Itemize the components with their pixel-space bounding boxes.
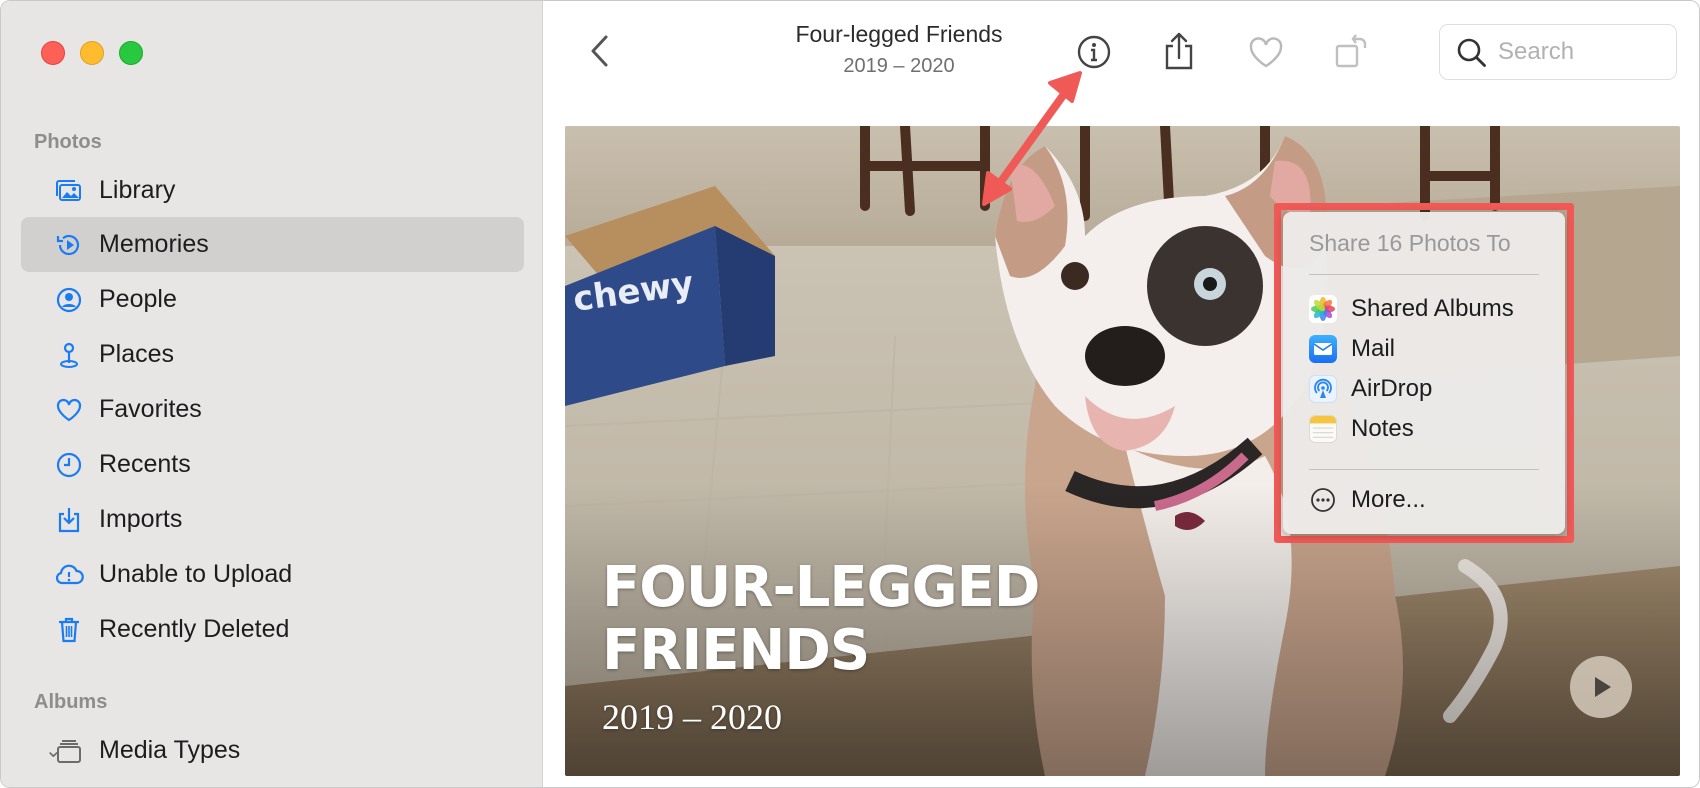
share-icon bbox=[1165, 32, 1193, 70]
share-button[interactable] bbox=[1159, 31, 1199, 73]
sidebar-item-favorites[interactable]: Favorites bbox=[21, 382, 524, 437]
more-ellipsis-icon bbox=[1309, 486, 1337, 514]
favorite-button[interactable] bbox=[1246, 31, 1286, 73]
search-placeholder: Search bbox=[1498, 38, 1575, 65]
section-heading-photos: Photos bbox=[34, 131, 102, 153]
heart-icon bbox=[53, 394, 85, 426]
sidebar-item-recently-deleted[interactable]: Recently Deleted bbox=[21, 602, 524, 657]
sidebar-item-label: Unable to Upload bbox=[99, 560, 293, 588]
sidebar-item-label: Memories bbox=[99, 230, 209, 258]
cloud-alert-icon bbox=[53, 559, 85, 591]
share-more-button[interactable]: More... bbox=[1303, 480, 1548, 520]
sidebar-item-label: Library bbox=[99, 176, 176, 204]
sidebar: Photos Library Memories People Places Fa… bbox=[1, 1, 543, 787]
sidebar-item-label: Media Types bbox=[99, 736, 241, 764]
share-to-notes[interactable]: Notes bbox=[1303, 409, 1548, 449]
memory-title-overlay: FOUR-LEGGED FRIENDS bbox=[602, 555, 1040, 683]
play-button[interactable] bbox=[1570, 656, 1632, 718]
menu-divider bbox=[1309, 274, 1539, 275]
page-subtitle: 2019 – 2020 bbox=[843, 55, 955, 77]
main-content: Four-legged Friends 2019 – 2020 Search F… bbox=[544, 1, 1699, 787]
sidebar-item-people[interactable]: People bbox=[21, 272, 524, 327]
sidebar-item-library[interactable]: Library bbox=[21, 163, 524, 218]
back-button[interactable] bbox=[581, 31, 617, 71]
minimize-window-button[interactable] bbox=[80, 41, 104, 65]
sidebar-item-label: Favorites bbox=[99, 395, 202, 423]
notes-icon bbox=[1309, 415, 1337, 443]
mail-icon bbox=[1309, 335, 1337, 363]
sidebar-item-recents[interactable]: Recents bbox=[21, 437, 524, 492]
search-field[interactable]: Search bbox=[1439, 24, 1677, 80]
sidebar-item-label: People bbox=[99, 285, 177, 313]
page-title: Four-legged Friends bbox=[795, 21, 1003, 47]
sidebar-item-label: Imports bbox=[99, 505, 183, 533]
people-icon bbox=[53, 284, 85, 316]
rotate-icon bbox=[1335, 34, 1367, 68]
heart-icon bbox=[1249, 37, 1283, 68]
menu-divider bbox=[1309, 469, 1539, 470]
zoom-window-button[interactable] bbox=[119, 41, 143, 65]
share-to-airdrop[interactable]: AirDrop bbox=[1303, 369, 1548, 409]
share-item-label: Mail bbox=[1351, 335, 1396, 362]
rotate-button[interactable] bbox=[1332, 31, 1372, 73]
import-icon bbox=[53, 504, 85, 536]
places-icon bbox=[53, 339, 85, 371]
info-button[interactable] bbox=[1074, 31, 1114, 73]
share-item-label: Notes bbox=[1351, 415, 1414, 442]
share-item-label: AirDrop bbox=[1351, 375, 1433, 402]
memories-icon bbox=[53, 229, 85, 261]
chevron-left-icon bbox=[591, 35, 608, 67]
memory-date-overlay: 2019 – 2020 bbox=[602, 697, 782, 737]
sidebar-item-label: Places bbox=[99, 340, 175, 368]
share-to-mail[interactable]: Mail bbox=[1303, 329, 1548, 369]
close-window-button[interactable] bbox=[41, 41, 65, 65]
airdrop-icon bbox=[1309, 375, 1337, 403]
share-item-label: Shared Albums bbox=[1351, 295, 1514, 322]
trash-icon bbox=[53, 614, 85, 646]
share-menu: Share 16 Photos To Shared Albums Mail Ai… bbox=[1283, 212, 1565, 534]
share-item-label: More... bbox=[1351, 486, 1426, 513]
stack-icon bbox=[53, 735, 85, 767]
sidebar-item-unable-to-upload[interactable]: Unable to Upload bbox=[21, 547, 524, 602]
search-icon bbox=[1457, 38, 1486, 67]
sidebar-item-media-types[interactable]: ⌄ Media Types bbox=[21, 723, 524, 778]
sidebar-item-label: Recents bbox=[99, 450, 191, 478]
clock-icon bbox=[53, 449, 85, 481]
share-menu-heading: Share 16 Photos To bbox=[1309, 230, 1511, 256]
section-heading-albums: Albums bbox=[34, 691, 108, 713]
sidebar-item-label: Recently Deleted bbox=[99, 615, 290, 643]
library-icon bbox=[53, 175, 85, 207]
info-icon bbox=[1077, 35, 1111, 69]
play-icon bbox=[1595, 677, 1611, 697]
sidebar-item-imports[interactable]: Imports bbox=[21, 492, 524, 547]
sidebar-item-memories[interactable]: Memories bbox=[21, 217, 524, 272]
sidebar-item-places[interactable]: Places bbox=[21, 327, 524, 382]
shared-albums-icon bbox=[1309, 295, 1337, 323]
photos-window: Photos Library Memories People Places Fa… bbox=[0, 0, 1700, 788]
share-to-shared-albums[interactable]: Shared Albums bbox=[1303, 289, 1548, 329]
